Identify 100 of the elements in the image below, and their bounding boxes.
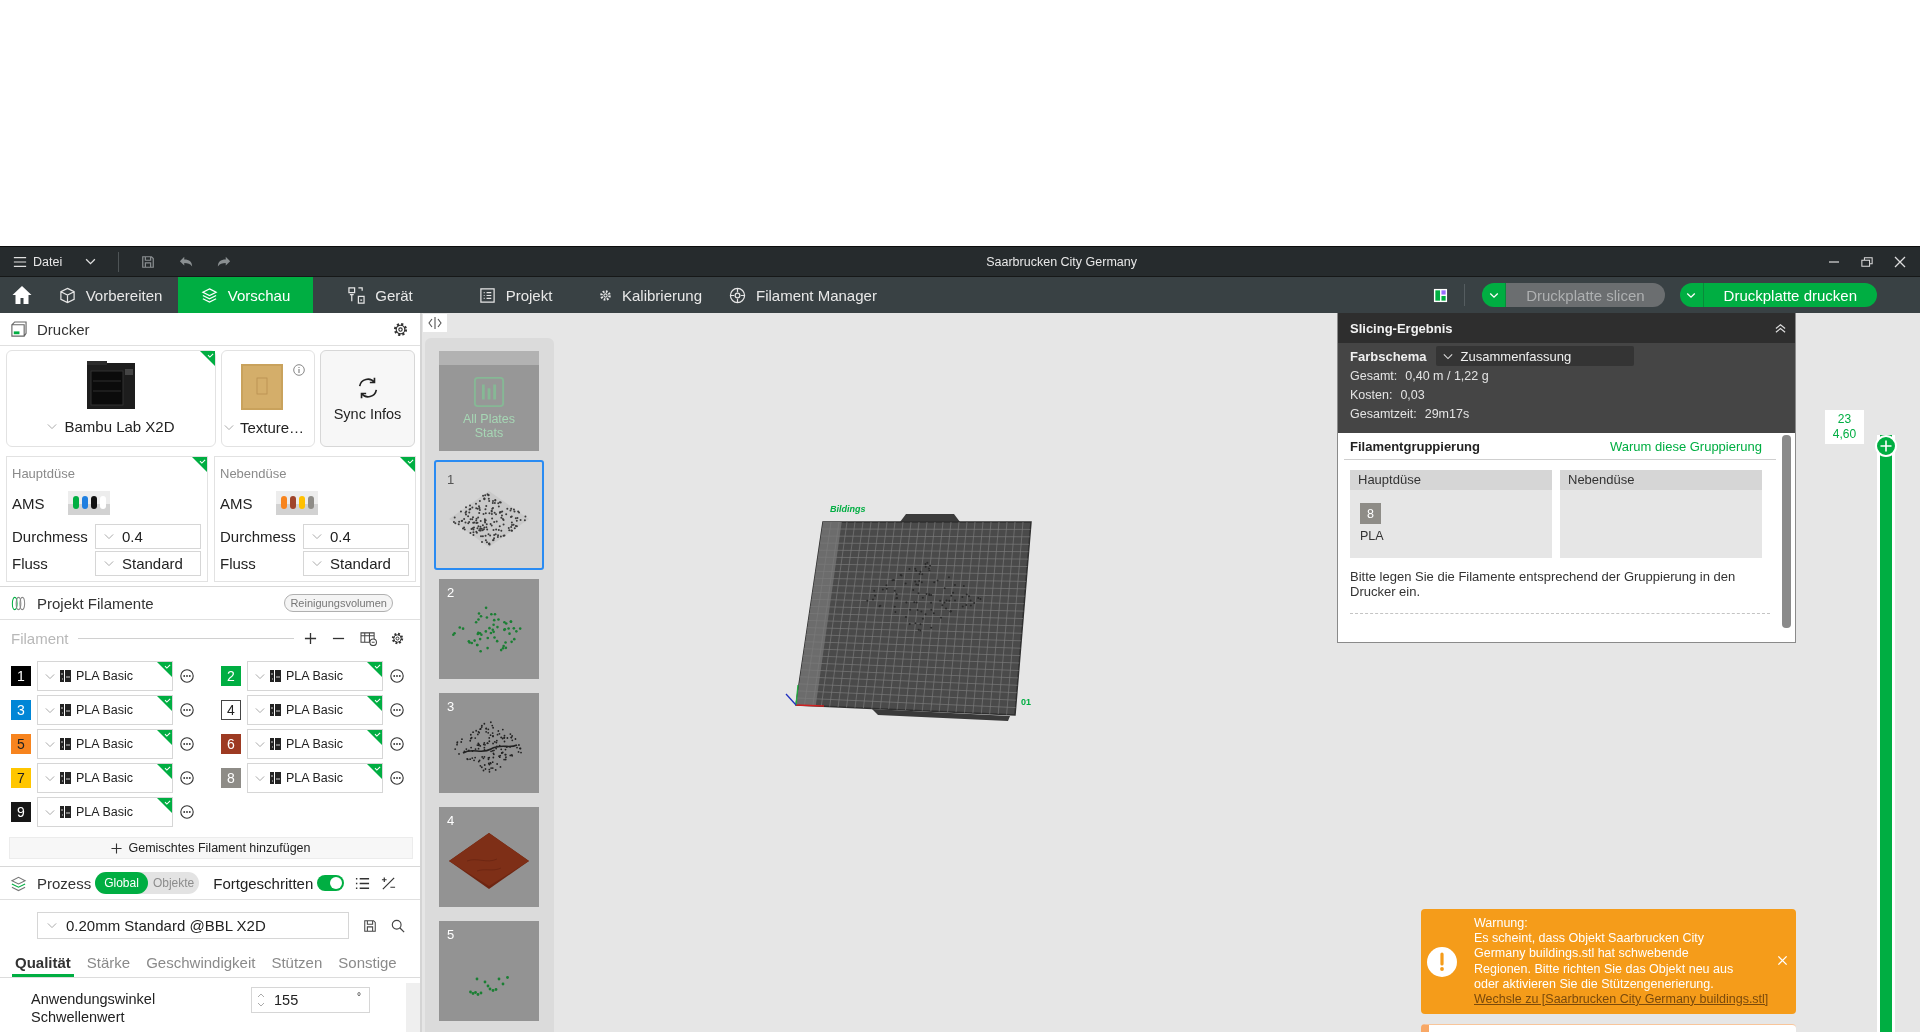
flow-dropdown[interactable]: Standard	[95, 550, 201, 576]
more-icon[interactable]	[180, 737, 194, 751]
collapse-panel-icon[interactable]	[423, 314, 447, 332]
filament-dropdown[interactable]: PLA Basic	[247, 661, 383, 691]
info-icon[interactable]	[293, 364, 305, 376]
filament-dropdown[interactable]: PLA Basic	[37, 763, 173, 793]
filament-icon	[60, 806, 71, 818]
filament-number: 4	[221, 700, 241, 720]
flow-dropdown[interactable]: Standard	[303, 550, 409, 576]
add-mixed-filament-button[interactable]: Gemischtes Filament hinzufügen	[9, 837, 413, 859]
ams-unit[interactable]	[68, 491, 110, 515]
filament-dropdown[interactable]: PLA Basic	[37, 661, 173, 691]
settings-tab[interactable]: Geschwindigkeit	[143, 951, 259, 977]
plus-icon[interactable]	[303, 631, 317, 645]
filament-icon	[60, 772, 71, 784]
nav-tab[interactable]: Filament Manager	[718, 277, 888, 313]
nav-tab[interactable]: Kalibrierung	[583, 277, 718, 313]
settings-tab[interactable]: Stützen	[268, 951, 326, 977]
filament-dropdown[interactable]: PLA Basic	[37, 695, 173, 725]
filament-dropdown[interactable]: PLA Basic	[37, 729, 173, 759]
filament-dropdown[interactable]: PLA Basic	[37, 797, 173, 827]
purge-volume-button[interactable]: Reinigungsvolumen	[284, 594, 393, 612]
filament-dropdown[interactable]: PLA Basic	[247, 763, 383, 793]
stat-label: Gesamt:	[1350, 368, 1398, 385]
filament-dropdown[interactable]: PLA Basic	[247, 695, 383, 725]
restore-icon[interactable]	[1861, 255, 1873, 268]
cube-icon	[58, 286, 76, 304]
plate-number: 3	[447, 699, 455, 714]
preset-dropdown[interactable]: 0.20mm Standard @BBL X2D	[37, 912, 349, 939]
more-icon[interactable]	[390, 737, 404, 751]
plate-thumbnail[interactable]: 1	[434, 460, 544, 570]
gear-icon	[598, 288, 612, 302]
caret-icon	[1686, 291, 1697, 299]
nav-tab[interactable]: Projekt	[448, 277, 583, 313]
plus-minus-icon[interactable]	[381, 875, 397, 891]
more-icon[interactable]	[390, 703, 404, 717]
settings-tab[interactable]: Qualität	[12, 951, 74, 977]
parks-model-drawing	[469, 976, 509, 996]
scrollbar[interactable]	[406, 983, 420, 1032]
object-link[interactable]: Wechsle zu [Saarbrucken City Germany buildings.stl]	[1474, 991, 1777, 1008]
settings-tab[interactable]: Stärke	[83, 951, 134, 977]
window-title: Saarbrucken City Germany	[985, 254, 1137, 269]
plate-number: 1	[447, 472, 455, 487]
nozzle-title: Hauptdüse	[12, 465, 76, 483]
more-icon[interactable]	[180, 669, 194, 683]
number-input[interactable]: 155 °	[251, 987, 370, 1013]
object-label: Bildings	[830, 504, 866, 514]
close-icon[interactable]	[1894, 255, 1906, 268]
printer-card[interactable]: Bambu Lab X2D	[6, 350, 216, 447]
table-icon[interactable]	[359, 630, 377, 646]
build-plate-icon	[241, 364, 283, 410]
filament-dropdown[interactable]: PLA Basic	[247, 729, 383, 759]
slider-handle[interactable]	[1875, 435, 1897, 457]
save-icon[interactable]	[363, 918, 377, 933]
more-icon[interactable]	[180, 703, 194, 717]
scrollbar[interactable]	[1782, 435, 1791, 628]
more-icon[interactable]	[180, 805, 194, 819]
more-icon[interactable]	[390, 771, 404, 785]
collapse-icon[interactable]	[1774, 322, 1787, 334]
caret-icon	[255, 740, 265, 748]
color-scheme-dropdown[interactable]: Zusammenfassung	[1435, 346, 1634, 366]
dropdown-button[interactable]	[1679, 283, 1704, 307]
file-menu-button[interactable]: Datei	[10, 249, 66, 274]
list-icon[interactable]	[355, 875, 371, 891]
caret-icon	[312, 532, 322, 540]
more-icon[interactable]	[180, 771, 194, 785]
filament-icon	[60, 738, 71, 750]
field-label: AMS	[220, 494, 254, 512]
layout-icon[interactable]	[1433, 287, 1449, 303]
redo-icon[interactable]	[217, 254, 232, 269]
settings-icon[interactable]	[393, 321, 408, 337]
settings-icon[interactable]	[390, 631, 404, 645]
filament-icon	[60, 704, 71, 716]
filament-icon	[270, 704, 281, 716]
plate-name: Texture…	[239, 419, 305, 436]
caret-icon	[45, 706, 55, 714]
nozzle-title: Nebendüse	[220, 465, 288, 483]
filament-number: 9	[11, 802, 31, 822]
more-icon[interactable]	[390, 669, 404, 683]
diameter-dropdown[interactable]: 0.4	[95, 523, 201, 549]
save-icon[interactable]	[141, 254, 156, 269]
search-icon[interactable]	[391, 918, 405, 933]
filament-icon	[60, 670, 71, 682]
home-icon[interactable]	[12, 285, 32, 305]
dropdown-button[interactable]	[1482, 283, 1507, 307]
filament-number: 3	[11, 700, 31, 720]
nav-tab[interactable]: Vorbereiten	[43, 277, 178, 313]
diameter-dropdown[interactable]: 0.4	[303, 523, 409, 549]
nav-tab[interactable]: Gerät	[313, 277, 448, 313]
toggle-switch[interactable]	[317, 875, 345, 891]
group-header: Nebendüse	[1560, 470, 1762, 490]
printer-name: Bambu Lab X2D	[64, 418, 175, 435]
printer-machine-icon	[87, 361, 135, 409]
stat-label: Gesamtzeit:	[1350, 406, 1417, 423]
plate-card[interactable]: Texture…	[221, 350, 315, 447]
filament-icon	[270, 772, 281, 784]
menu-icon	[13, 254, 27, 269]
sync-button[interactable]: Sync Infos	[320, 350, 415, 447]
settings-tab[interactable]: Sonstige	[335, 951, 400, 977]
filament-number: 1	[11, 666, 31, 686]
